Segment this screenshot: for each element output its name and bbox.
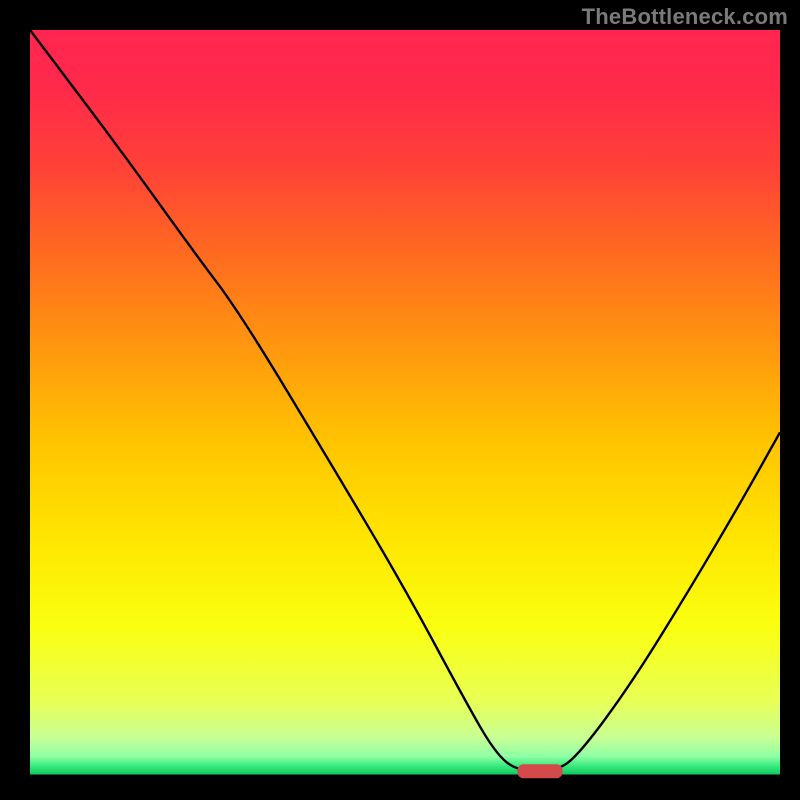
bottleneck-chart bbox=[0, 0, 800, 800]
chart-frame: TheBottleneck.com bbox=[0, 0, 800, 800]
optimal-marker bbox=[518, 764, 563, 778]
plot-background bbox=[30, 30, 780, 775]
watermark-text: TheBottleneck.com bbox=[582, 4, 788, 30]
